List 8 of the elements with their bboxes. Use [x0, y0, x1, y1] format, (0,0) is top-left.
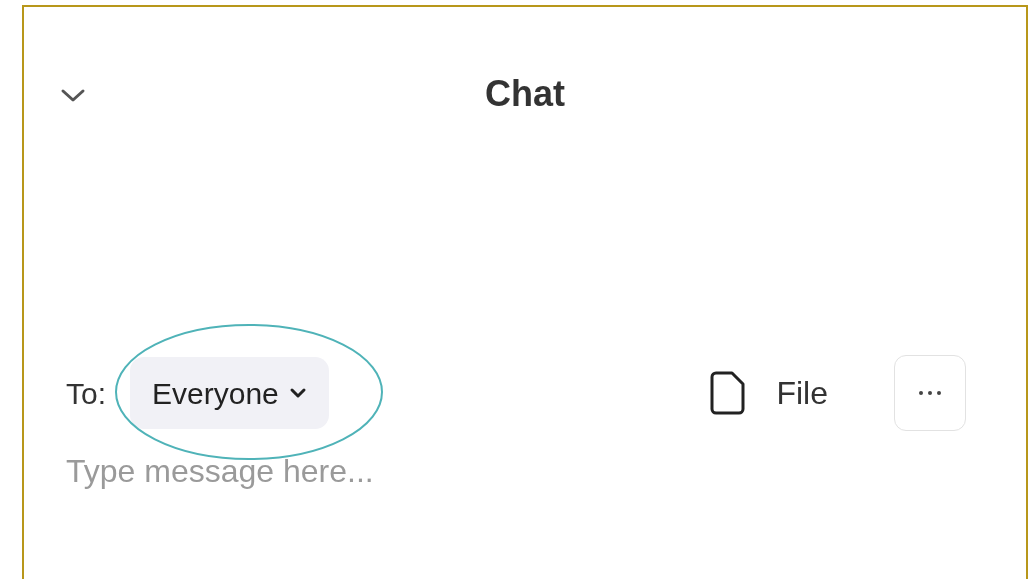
chat-title: Chat: [485, 76, 565, 112]
to-label: To:: [66, 375, 107, 412]
ellipsis-icon: [918, 390, 942, 396]
message-input[interactable]: Type message here...: [66, 443, 666, 499]
recipient-dropdown[interactable]: Everyone: [130, 357, 329, 429]
file-icon: [708, 370, 747, 416]
file-button[interactable]: File: [708, 369, 828, 417]
caret-icon: [288, 387, 307, 399]
